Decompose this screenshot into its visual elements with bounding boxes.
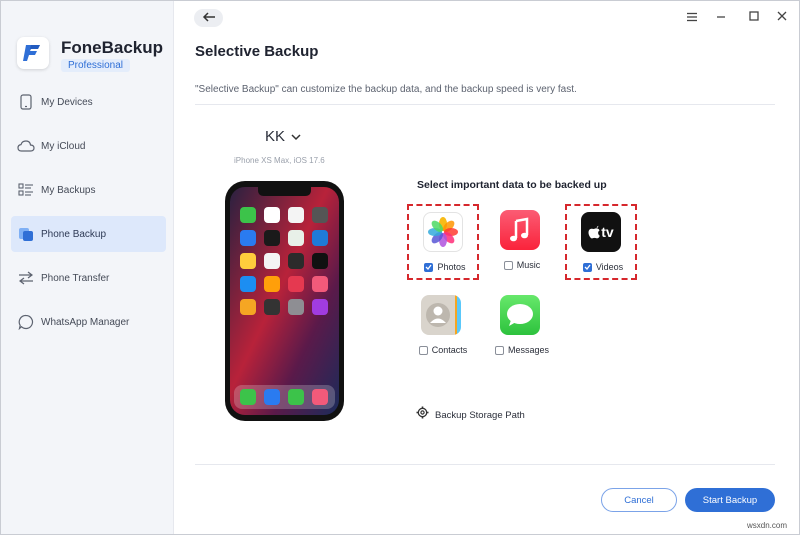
data-section-title: Select important data to be backed up bbox=[417, 179, 607, 191]
phone-icon bbox=[17, 93, 35, 111]
close-button[interactable] bbox=[772, 9, 792, 27]
data-item-videos[interactable]: tv Videos bbox=[565, 204, 637, 280]
menu-button[interactable] bbox=[682, 9, 702, 27]
cloud-icon bbox=[17, 137, 35, 155]
backups-list-icon bbox=[17, 181, 35, 199]
sidebar-item-label: WhatsApp Manager bbox=[41, 316, 130, 328]
page-subtitle: "Selective Backup" can customize the bac… bbox=[195, 84, 577, 95]
contacts-label: Contacts bbox=[431, 345, 468, 355]
sidebar-item-label: My Backups bbox=[41, 184, 96, 196]
divider bbox=[195, 104, 775, 105]
divider bbox=[195, 464, 775, 465]
app-name: FoneBackup bbox=[61, 38, 164, 57]
apple-tv-icon: tv bbox=[581, 212, 621, 252]
data-item-contacts[interactable]: Contacts bbox=[407, 289, 479, 365]
sidebar: FoneBackup Professional My Devices My iC… bbox=[1, 1, 174, 534]
data-item-photos[interactable]: Photos bbox=[407, 204, 479, 280]
iphone-illustration bbox=[224, 180, 345, 422]
back-button[interactable] bbox=[194, 9, 223, 27]
music-label: Music bbox=[516, 260, 541, 270]
tv-wordmark: tv bbox=[601, 224, 614, 240]
sidebar-item-label: Phone Transfer bbox=[41, 272, 110, 284]
sidebar-item-label: Phone Backup bbox=[41, 228, 107, 240]
music-checkbox[interactable] bbox=[503, 260, 513, 270]
messages-label: Messages bbox=[507, 345, 550, 355]
videos-label: Videos bbox=[595, 262, 624, 272]
sidebar-item-whatsapp-manager[interactable]: WhatsApp Manager bbox=[11, 304, 166, 340]
minimize-icon bbox=[715, 9, 727, 27]
page-title: Selective Backup bbox=[195, 43, 319, 60]
photos-label: Photos bbox=[437, 262, 466, 272]
back-arrow-icon bbox=[202, 9, 216, 27]
backup-storage-path[interactable]: Backup Storage Path bbox=[416, 406, 525, 424]
sidebar-item-label: My iCloud bbox=[41, 140, 86, 152]
sidebar-item-phone-transfer[interactable]: Phone Transfer bbox=[11, 260, 166, 296]
transfer-arrows-icon bbox=[17, 269, 35, 287]
maximize-button[interactable] bbox=[744, 9, 764, 27]
sidebar-item-phone-backup[interactable]: Phone Backup bbox=[11, 216, 166, 252]
phone-backup-icon bbox=[17, 225, 35, 243]
music-icon bbox=[500, 210, 540, 250]
messages-icon bbox=[500, 295, 540, 335]
menu-icon bbox=[686, 9, 698, 27]
sidebar-item-my-backups[interactable]: My Backups bbox=[11, 172, 166, 208]
device-selector[interactable]: KK bbox=[265, 128, 301, 145]
start-backup-button[interactable]: Start Backup bbox=[685, 488, 775, 512]
contacts-icon bbox=[421, 295, 461, 335]
sidebar-item-my-icloud[interactable]: My iCloud bbox=[11, 128, 166, 164]
contacts-checkbox[interactable] bbox=[418, 345, 428, 355]
app-window: FoneBackup Professional My Devices My iC… bbox=[0, 0, 800, 535]
storage-path-label: Backup Storage Path bbox=[435, 409, 525, 421]
data-item-music[interactable]: Music bbox=[486, 204, 558, 280]
maximize-icon bbox=[748, 9, 760, 27]
videos-checkbox[interactable] bbox=[582, 262, 592, 272]
app-logo bbox=[17, 37, 49, 69]
chevron-down-icon bbox=[291, 128, 301, 145]
chat-bubble-icon bbox=[17, 313, 35, 331]
cancel-button[interactable]: Cancel bbox=[601, 488, 677, 512]
edition-badge: Professional bbox=[61, 59, 131, 72]
messages-checkbox[interactable] bbox=[494, 345, 504, 355]
device-name: KK bbox=[265, 128, 286, 145]
watermark: wsxdn.com bbox=[747, 521, 788, 530]
sidebar-item-my-devices[interactable]: My Devices bbox=[11, 84, 166, 120]
sidebar-item-label: My Devices bbox=[41, 96, 93, 108]
close-icon bbox=[776, 9, 788, 27]
gear-icon bbox=[416, 406, 429, 424]
device-model: iPhone XS Max, iOS 17.6 bbox=[234, 156, 325, 165]
data-item-messages[interactable]: Messages bbox=[486, 289, 558, 365]
photos-icon bbox=[423, 212, 463, 252]
photos-checkbox[interactable] bbox=[424, 262, 434, 272]
minimize-button[interactable] bbox=[711, 9, 731, 27]
sidebar-nav: My Devices My iCloud My Backups Phone Ba… bbox=[11, 84, 166, 348]
